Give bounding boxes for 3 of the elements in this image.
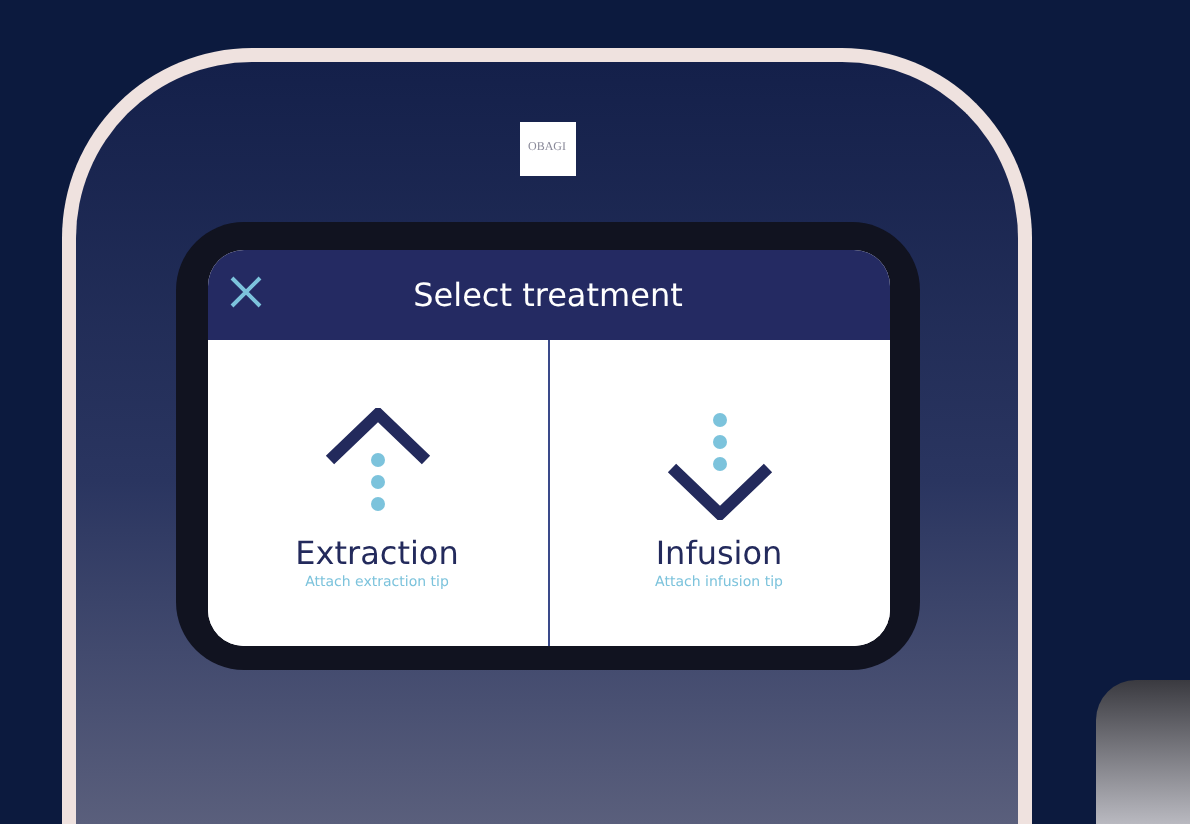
screen-title: Select treatment	[413, 273, 683, 317]
option-label: Extraction	[295, 536, 459, 573]
option-label: Infusion	[655, 536, 783, 573]
